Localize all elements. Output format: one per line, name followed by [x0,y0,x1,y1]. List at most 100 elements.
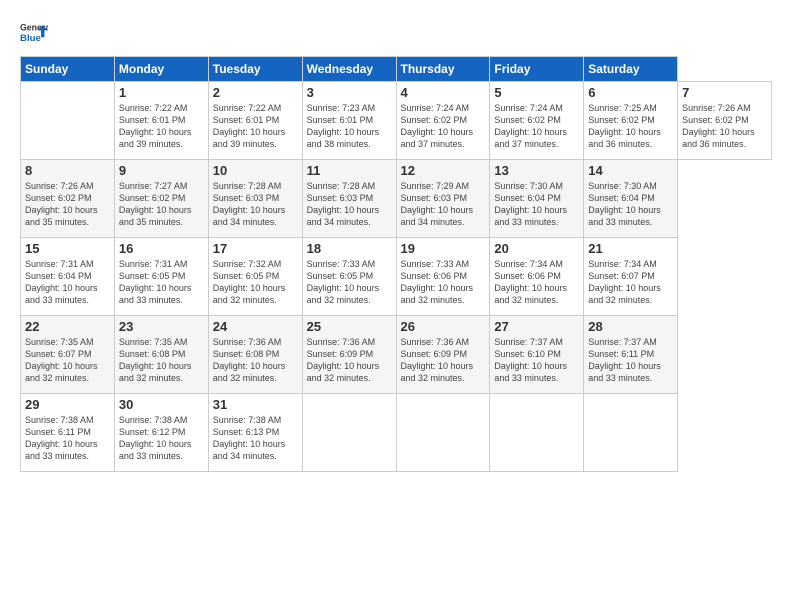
day-header-thursday: Thursday [396,57,490,82]
empty-cell [21,82,115,160]
day-number: 21 [588,241,673,256]
calendar-cell: 23Sunrise: 7:35 AMSunset: 6:08 PMDayligh… [114,316,208,394]
day-info: Sunrise: 7:29 AMSunset: 6:03 PMDaylight:… [401,181,474,227]
day-info: Sunrise: 7:36 AMSunset: 6:09 PMDaylight:… [307,337,380,383]
calendar-cell: 7Sunrise: 7:26 AMSunset: 6:02 PMDaylight… [678,82,772,160]
calendar-cell: 12 Sunrise: 7:29 AMSunset: 6:03 PMDayligh… [396,160,490,238]
day-number: 15 [25,241,110,256]
day-number: 22 [25,319,110,334]
day-number: 2 [213,85,298,100]
calendar-cell: 19 Sunrise: 7:33 AMSunset: 6:06 PMDayligh… [396,238,490,316]
day-info: Sunrise: 7:26 AMSunset: 6:02 PMDaylight:… [25,181,98,227]
day-header-saturday: Saturday [584,57,678,82]
day-number: 14 [588,163,673,178]
week-row-5: 29 Sunrise: 7:38 AMSunset: 6:11 PMDayligh… [21,394,772,472]
day-info: Sunrise: 7:33 AMSunset: 6:05 PMDaylight:… [307,259,380,305]
calendar-cell: 25 Sunrise: 7:36 AMSunset: 6:09 PMDayligh… [302,316,396,394]
day-number: 1 [119,85,204,100]
header: General Blue [20,18,772,46]
week-row-4: 22 Sunrise: 7:35 AMSunset: 6:07 PMDayligh… [21,316,772,394]
day-info: Sunrise: 7:34 AMSunset: 6:07 PMDaylight:… [588,259,661,305]
header-row: SundayMondayTuesdayWednesdayThursdayFrid… [21,57,772,82]
day-info: Sunrise: 7:31 AMSunset: 6:05 PMDaylight:… [119,259,192,305]
day-info: Sunrise: 7:32 AMSunset: 6:05 PMDaylight:… [213,259,286,305]
calendar-cell: 22 Sunrise: 7:35 AMSunset: 6:07 PMDayligh… [21,316,115,394]
day-header-tuesday: Tuesday [208,57,302,82]
day-number: 29 [25,397,110,412]
day-number: 17 [213,241,298,256]
calendar-cell: 20 Sunrise: 7:34 AMSunset: 6:06 PMDayligh… [490,238,584,316]
calendar-cell: 16 Sunrise: 7:31 AMSunset: 6:05 PMDayligh… [114,238,208,316]
calendar-cell: 2 Sunrise: 7:22 AMSunset: 6:01 PMDaylight… [208,82,302,160]
day-info: Sunrise: 7:24 AMSunset: 6:02 PMDaylight:… [401,103,474,149]
day-number: 4 [401,85,486,100]
day-info: Sunrise: 7:34 AMSunset: 6:06 PMDaylight:… [494,259,567,305]
calendar-cell: 1 Sunrise: 7:22 AMSunset: 6:01 PMDaylight… [114,82,208,160]
calendar-cell [396,394,490,472]
calendar-cell: 28 Sunrise: 7:37 AMSunset: 6:11 PMDayligh… [584,316,678,394]
day-info: Sunrise: 7:24 AMSunset: 6:02 PMDaylight:… [494,103,567,149]
day-info: Sunrise: 7:28 AMSunset: 6:03 PMDaylight:… [307,181,380,227]
day-info: Sunrise: 7:37 AMSunset: 6:11 PMDaylight:… [588,337,661,383]
day-info: Sunrise: 7:35 AMSunset: 6:08 PMDaylight:… [119,337,192,383]
day-number: 31 [213,397,298,412]
calendar-cell: 14Sunrise: 7:30 AMSunset: 6:04 PMDayligh… [584,160,678,238]
calendar-cell: 24Sunrise: 7:36 AMSunset: 6:08 PMDayligh… [208,316,302,394]
day-number: 20 [494,241,579,256]
page-container: General Blue SundayMondayTuesdayWednesda… [0,0,792,482]
day-info: Sunrise: 7:37 AMSunset: 6:10 PMDaylight:… [494,337,567,383]
calendar-cell: 9 Sunrise: 7:27 AMSunset: 6:02 PMDaylight… [114,160,208,238]
day-number: 12 [401,163,486,178]
day-info: Sunrise: 7:22 AMSunset: 6:01 PMDaylight:… [213,103,286,149]
calendar-cell: 13Sunrise: 7:30 AMSunset: 6:04 PMDayligh… [490,160,584,238]
calendar-cell: 3 Sunrise: 7:23 AMSunset: 6:01 PMDaylight… [302,82,396,160]
day-info: Sunrise: 7:26 AMSunset: 6:02 PMDaylight:… [682,103,755,149]
day-number: 28 [588,319,673,334]
day-info: Sunrise: 7:36 AMSunset: 6:09 PMDaylight:… [401,337,474,383]
calendar-cell: 29 Sunrise: 7:38 AMSunset: 6:11 PMDayligh… [21,394,115,472]
svg-text:Blue: Blue [20,33,41,44]
day-number: 3 [307,85,392,100]
week-row-1: 1 Sunrise: 7:22 AMSunset: 6:01 PMDaylight… [21,82,772,160]
day-number: 9 [119,163,204,178]
day-header-wednesday: Wednesday [302,57,396,82]
day-info: Sunrise: 7:23 AMSunset: 6:01 PMDaylight:… [307,103,380,149]
day-number: 8 [25,163,110,178]
day-number: 19 [401,241,486,256]
day-number: 24 [213,319,298,334]
day-info: Sunrise: 7:31 AMSunset: 6:04 PMDaylight:… [25,259,98,305]
calendar-cell [302,394,396,472]
calendar-cell: 5Sunrise: 7:24 AMSunset: 6:02 PMDaylight… [490,82,584,160]
week-row-2: 8 Sunrise: 7:26 AMSunset: 6:02 PMDaylight… [21,160,772,238]
calendar-cell: 6Sunrise: 7:25 AMSunset: 6:02 PMDaylight… [584,82,678,160]
day-number: 26 [401,319,486,334]
calendar-cell [584,394,678,472]
logo-icon: General Blue [20,18,48,46]
week-row-3: 15 Sunrise: 7:31 AMSunset: 6:04 PMDayligh… [21,238,772,316]
day-info: Sunrise: 7:25 AMSunset: 6:02 PMDaylight:… [588,103,661,149]
calendar-cell: 8 Sunrise: 7:26 AMSunset: 6:02 PMDaylight… [21,160,115,238]
calendar-cell: 17 Sunrise: 7:32 AMSunset: 6:05 PMDayligh… [208,238,302,316]
calendar-cell: 10Sunrise: 7:28 AMSunset: 6:03 PMDayligh… [208,160,302,238]
day-header-monday: Monday [114,57,208,82]
day-info: Sunrise: 7:22 AMSunset: 6:01 PMDaylight:… [119,103,192,149]
day-number: 13 [494,163,579,178]
day-info: Sunrise: 7:38 AMSunset: 6:12 PMDaylight:… [119,415,192,461]
day-info: Sunrise: 7:35 AMSunset: 6:07 PMDaylight:… [25,337,98,383]
calendar-cell: 18 Sunrise: 7:33 AMSunset: 6:05 PMDayligh… [302,238,396,316]
calendar-cell: 15 Sunrise: 7:31 AMSunset: 6:04 PMDayligh… [21,238,115,316]
day-info: Sunrise: 7:33 AMSunset: 6:06 PMDaylight:… [401,259,474,305]
day-number: 25 [307,319,392,334]
day-number: 27 [494,319,579,334]
day-number: 18 [307,241,392,256]
calendar-cell: 11 Sunrise: 7:28 AMSunset: 6:03 PMDayligh… [302,160,396,238]
day-header-friday: Friday [490,57,584,82]
day-number: 11 [307,163,392,178]
calendar-cell: 31Sunrise: 7:38 AMSunset: 6:13 PMDayligh… [208,394,302,472]
calendar-table: SundayMondayTuesdayWednesdayThursdayFrid… [20,56,772,472]
calendar-cell: 26 Sunrise: 7:36 AMSunset: 6:09 PMDayligh… [396,316,490,394]
day-info: Sunrise: 7:27 AMSunset: 6:02 PMDaylight:… [119,181,192,227]
calendar-cell: 4 Sunrise: 7:24 AMSunset: 6:02 PMDaylight… [396,82,490,160]
day-info: Sunrise: 7:38 AMSunset: 6:11 PMDaylight:… [25,415,98,461]
day-number: 16 [119,241,204,256]
